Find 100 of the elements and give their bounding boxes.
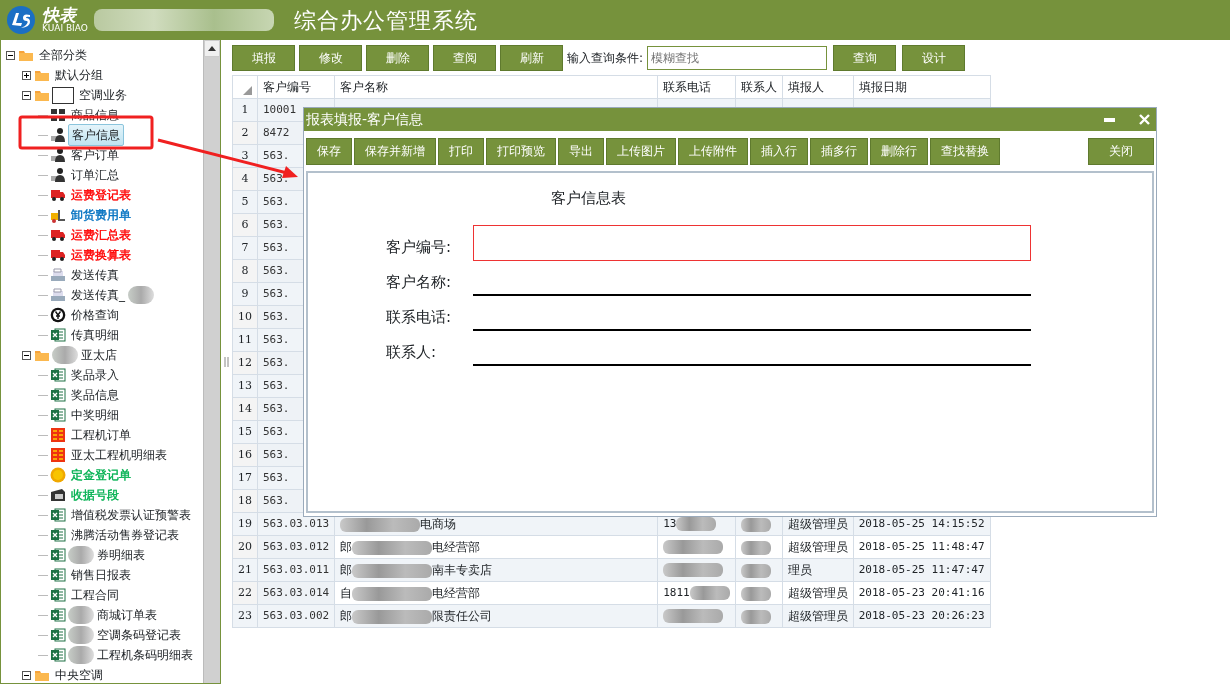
toolbar-button[interactable]: 查找替换 [930, 137, 1000, 165]
row-number: 17 [232, 466, 258, 490]
blurred-text [740, 517, 771, 532]
logo-text: 快表 [42, 7, 88, 24]
column-header[interactable]: 客户名称 [334, 75, 658, 99]
blurred-text [663, 562, 724, 577]
corner-icon[interactable] [243, 85, 252, 95]
tree-item[interactable]: 工程机条码明细表 [94, 645, 196, 665]
tree-item[interactable]: 运费登记表 [68, 185, 134, 205]
tree-item[interactable]: 订单汇总 [68, 165, 122, 185]
tree-item[interactable]: 中奖明细 [68, 405, 122, 425]
row-number: 16 [232, 443, 258, 467]
tree-item[interactable]: 价格查询 [68, 305, 122, 325]
toolbar-button[interactable]: 打印预览 [486, 137, 556, 165]
close-icon[interactable] [1139, 114, 1150, 125]
tree-item[interactable]: 工程合同 [68, 585, 122, 605]
toolbar-button[interactable]: 上传附件 [678, 137, 748, 165]
expand-icon[interactable] [22, 70, 31, 80]
toolbar-button[interactable]: 删除 [366, 44, 429, 71]
collapse-icon[interactable] [6, 50, 15, 60]
column-header[interactable]: 联系电话 [657, 75, 736, 99]
logo-subtitle: KUAI BIAO [42, 24, 88, 33]
tree-item[interactable]: 中央空调 [52, 665, 106, 683]
collapse-icon[interactable] [22, 90, 31, 100]
tree-item[interactable]: 传真明细 [68, 325, 122, 345]
tree-item[interactable]: 商城订单表 [94, 605, 160, 625]
minimize-icon[interactable] [1104, 117, 1115, 122]
query-label: 输入查询条件: [567, 49, 644, 67]
fill-in-line[interactable] [473, 363, 1031, 366]
toolbar-button[interactable]: 保存并新增 [354, 137, 436, 165]
toolbar-button[interactable]: 查阅 [433, 44, 496, 71]
person-icon [50, 127, 66, 143]
row-number: 21 [232, 558, 258, 582]
toolbar-button[interactable]: 上传图片 [606, 137, 676, 165]
tree-item[interactable]: 发送传真 [68, 265, 122, 285]
tree-item[interactable]: 默认分组 [52, 65, 106, 85]
row-number: 10 [232, 305, 258, 329]
column-header[interactable]: 填报日期 [853, 75, 991, 99]
tree-item[interactable]: 亚太店 [78, 345, 120, 365]
column-header[interactable]: 客户编号 [257, 75, 335, 99]
tree-item[interactable]: 全部分类 [36, 45, 90, 65]
tree-item[interactable]: 客户信息 [68, 124, 124, 146]
splitter-handle[interactable] [224, 357, 229, 367]
row-number: 2 [232, 121, 258, 145]
tree-item[interactable]: 亚太工程机明细表 [68, 445, 170, 465]
toolbar-button[interactable]: 删除行 [870, 137, 928, 165]
close-button[interactable]: 关闭 [1088, 137, 1154, 165]
toolbar-button[interactable]: 设计 [902, 44, 966, 71]
truck-icon [50, 227, 66, 243]
blurred-text [689, 585, 730, 600]
fill-in-line[interactable] [473, 328, 1031, 331]
tree-item[interactable]: 奖品录入 [68, 365, 122, 385]
toolbar-button[interactable]: 保存 [306, 137, 352, 165]
tree-item[interactable]: 运费汇总表 [68, 225, 134, 245]
blurred-text [663, 539, 724, 554]
table-cell: 限责任公司 [432, 609, 493, 623]
row-number: 15 [232, 420, 258, 444]
input-field[interactable] [473, 224, 1031, 261]
fill-in-line[interactable] [473, 293, 1031, 296]
search-field[interactable]: 模糊查找 [647, 45, 828, 70]
truck-icon [50, 187, 66, 203]
row-number: 11 [232, 328, 258, 352]
spreadsheet-icon [50, 367, 66, 383]
scrollbar[interactable] [203, 40, 220, 683]
toolbar-button[interactable]: 修改 [299, 44, 362, 71]
tree-item[interactable]: 发送传真_ [68, 285, 128, 305]
tree-item[interactable]: 沸腾活动售券登记表 [68, 525, 182, 545]
column-header[interactable]: 填报人 [782, 75, 854, 99]
row-number: 12 [232, 351, 258, 375]
tree-item[interactable]: 运费换算表 [68, 245, 134, 265]
toolbar-button[interactable]: 插入行 [750, 137, 808, 165]
toolbar-button[interactable]: 刷新 [500, 44, 563, 71]
appliance-icon [50, 427, 66, 443]
tree-item[interactable]: 销售日报表 [68, 565, 134, 585]
collapse-icon[interactable] [22, 350, 31, 360]
tree-item[interactable]: 卸货费用单 [68, 205, 134, 225]
tree-item[interactable]: 空调条码登记表 [94, 625, 184, 645]
column-header[interactable]: 联系人 [735, 75, 783, 99]
table-cell: 超级管理员 [782, 535, 854, 559]
table-cell: 2018-05-25 11:48:47 [853, 535, 991, 559]
blurred-text [663, 608, 724, 623]
row-number: 19 [232, 512, 258, 536]
tree-item[interactable]: 空调业务 [76, 85, 130, 105]
toolbar-button[interactable]: 填报 [232, 44, 295, 71]
tree-item[interactable]: 奖品信息 [68, 385, 122, 405]
tree-item[interactable]: 券明细表 [94, 545, 148, 565]
toolbar-button[interactable]: 导出 [558, 137, 604, 165]
person-icon [50, 167, 66, 183]
toolbar-button[interactable]: 打印 [438, 137, 484, 165]
table-cell: 电经营部 [432, 540, 481, 554]
tree-item[interactable]: 客户订单 [68, 145, 122, 165]
toolbar-button[interactable]: 查询 [833, 44, 897, 71]
spreadsheet-icon [50, 387, 66, 403]
collapse-icon[interactable] [22, 670, 31, 680]
tree-item[interactable]: 工程机订单 [68, 425, 134, 445]
row-number: 9 [232, 282, 258, 306]
tree-item[interactable]: 增值税发票认证预警表 [68, 505, 194, 525]
scroll-up-icon[interactable] [208, 46, 216, 51]
toolbar-button[interactable]: 插多行 [810, 137, 868, 165]
blurred-text [740, 540, 771, 555]
